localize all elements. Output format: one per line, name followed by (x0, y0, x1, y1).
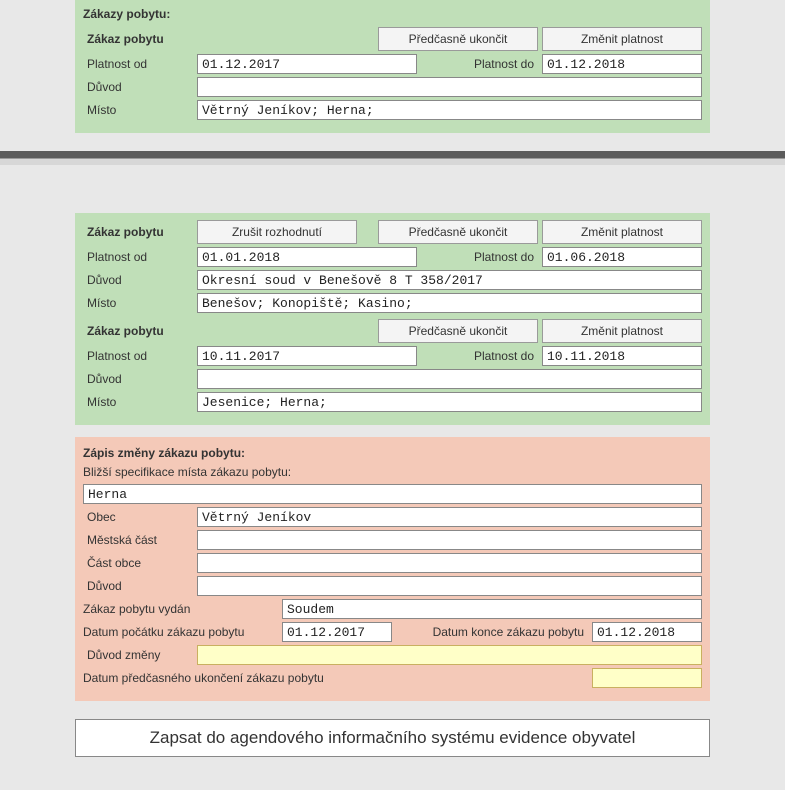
p2-item2-dates-row: Platnost od Platnost do (83, 346, 702, 366)
input-specifikace[interactable] (83, 484, 702, 504)
input-misto[interactable] (197, 100, 702, 120)
change-validity-button[interactable]: Změnit platnost (542, 27, 702, 51)
input-datum-predcasneho[interactable] (592, 668, 702, 688)
submit-wrap: Zapsat do agendového informačního systém… (75, 719, 710, 757)
p2-item2-heading: Zákaz pobytu (83, 321, 193, 341)
change-validity-button-2[interactable]: Změnit platnost (542, 220, 702, 244)
input-vydan[interactable] (282, 599, 702, 619)
lbl-platnost-od: Platnost od (83, 57, 193, 71)
input-duvod-3[interactable] (197, 369, 702, 389)
lbl-duvod-zmeny: Důvod změny (83, 648, 193, 662)
pink-spec-row (83, 484, 702, 504)
lbl-platnost-do-3: Platnost do (474, 349, 538, 363)
p2-item2-heading-row: Zákaz pobytu Předčasně ukončit Změnit pl… (83, 319, 702, 343)
item1-heading-row: Zákaz pobytu Předčasně ukončit Změnit pl… (83, 27, 702, 51)
input-platnost-od[interactable] (197, 54, 417, 74)
input-platnost-od-3[interactable] (197, 346, 417, 366)
lbl-misto-2: Místo (83, 296, 193, 310)
lbl-duvod: Důvod (83, 80, 193, 94)
input-datum-konce[interactable] (592, 622, 702, 642)
lbl-platnost-od-3: Platnost od (83, 349, 193, 363)
early-end-button[interactable]: Předčasně ukončit (378, 27, 538, 51)
change-validity-button-3[interactable]: Změnit platnost (542, 319, 702, 343)
divider-bar (0, 151, 785, 165)
p2-item2-place-row: Místo (83, 392, 702, 412)
input-platnost-do-2[interactable] (542, 247, 702, 267)
input-duvod-2[interactable] (197, 270, 702, 290)
pink-obec-row: Obec (83, 507, 702, 527)
p2-item1-heading: Zákaz pobytu (83, 222, 193, 242)
lbl-duvod-2: Důvod (83, 273, 193, 287)
pink-change-reason-row: Důvod změny (83, 645, 702, 665)
pink-mestska-row: Městská část (83, 530, 702, 550)
pink-castobce-row: Část obce (83, 553, 702, 573)
lbl-datum-konce: Datum konce zákazu pobytu (433, 625, 588, 639)
input-platnost-od-2[interactable] (197, 247, 417, 267)
lbl-mestska-cast: Městská část (83, 533, 193, 547)
lbl-obec: Obec (83, 510, 193, 524)
early-end-button-2[interactable]: Předčasně ukončit (378, 220, 538, 244)
input-duvod-zmeny[interactable] (197, 645, 702, 665)
lbl-duvod-3: Důvod (83, 372, 193, 386)
pink-early-end-row: Datum předčasného ukončení zákazu pobytu (83, 668, 702, 688)
lbl-vydan: Zákaz pobytu vydán (83, 602, 278, 616)
lbl-datum-pocatku: Datum počátku zákazu pobytu (83, 625, 278, 639)
pink-vydan-row: Zákaz pobytu vydán (83, 599, 702, 619)
panel-zapis-zmeny: Zápis změny zákazu pobytu: Bližší specif… (75, 437, 710, 701)
lbl-platnost-od-2: Platnost od (83, 250, 193, 264)
p2-item1-heading-row: Zákaz pobytu Zrušit rozhodnutí Předčasně… (83, 220, 702, 244)
pink-subtitle: Bližší specifikace místa zákazu pobytu: (83, 463, 702, 481)
gap (0, 183, 785, 213)
item1-dates-row: Platnost od Platnost do (83, 54, 702, 74)
item1-heading: Zákaz pobytu (83, 29, 193, 49)
input-platnost-do-3[interactable] (542, 346, 702, 366)
input-cast-obce[interactable] (197, 553, 702, 573)
submit-button[interactable]: Zapsat do agendového informačního systém… (75, 719, 710, 757)
input-datum-pocatku[interactable] (282, 622, 392, 642)
p2-item1-dates-row: Platnost od Platnost do (83, 247, 702, 267)
input-misto-2[interactable] (197, 293, 702, 313)
lbl-platnost-do-2: Platnost do (474, 250, 538, 264)
pink-dates-row: Datum počátku zákazu pobytu Datum konce … (83, 622, 702, 642)
input-platnost-do[interactable] (542, 54, 702, 74)
lbl-cast-obce: Část obce (83, 556, 193, 570)
input-mestska-cast[interactable] (197, 530, 702, 550)
input-misto-3[interactable] (197, 392, 702, 412)
lbl-pink-duvod: Důvod (83, 579, 193, 593)
input-duvod[interactable] (197, 77, 702, 97)
pink-duvod-row: Důvod (83, 576, 702, 596)
lbl-platnost-do: Platnost do (474, 57, 538, 71)
lbl-datum-predcasneho: Datum předčasného ukončení zákazu pobytu (83, 671, 588, 685)
panel-zakazy-2: Zákaz pobytu Zrušit rozhodnutí Předčasně… (75, 213, 710, 425)
panel-zakazy-1: Zákazy pobytu: Zákaz pobytu Předčasně uk… (75, 0, 710, 133)
early-end-button-3[interactable]: Předčasně ukončit (378, 319, 538, 343)
p2-item2-reason-row: Důvod (83, 369, 702, 389)
pink-title: Zápis změny zákazu pobytu: (83, 443, 702, 463)
cancel-decision-button[interactable]: Zrušit rozhodnutí (197, 220, 357, 244)
p2-item1-reason-row: Důvod (83, 270, 702, 290)
panel1-title: Zákazy pobytu: (83, 4, 702, 24)
p2-item1-place-row: Místo (83, 293, 702, 313)
lbl-misto: Místo (83, 103, 193, 117)
item1-reason-row: Důvod (83, 77, 702, 97)
lbl-misto-3: Místo (83, 395, 193, 409)
input-pink-duvod[interactable] (197, 576, 702, 596)
input-obec[interactable] (197, 507, 702, 527)
item1-place-row: Místo (83, 100, 702, 120)
